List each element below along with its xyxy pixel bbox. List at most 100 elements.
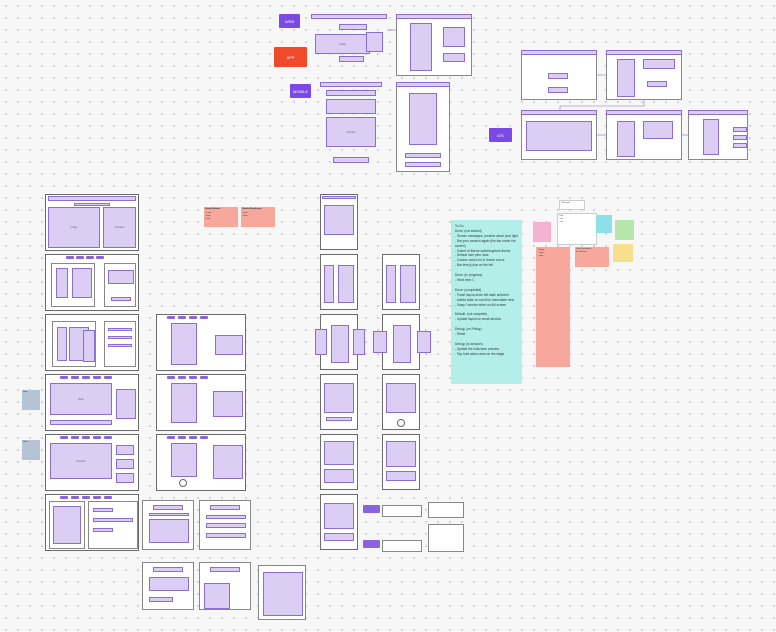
image-placeholder bbox=[353, 329, 365, 355]
tab-pill[interactable] bbox=[71, 496, 79, 499]
tab-pill[interactable] bbox=[82, 376, 90, 379]
text-line bbox=[108, 344, 132, 347]
tab-pill[interactable] bbox=[167, 316, 175, 319]
tab-pill[interactable] bbox=[86, 256, 94, 259]
controls-pill-1[interactable] bbox=[363, 505, 380, 513]
play-button-icon[interactable] bbox=[179, 479, 187, 487]
keypad-grid[interactable] bbox=[204, 583, 230, 609]
todo-sticky-note[interactable]: To-Do Done: (not started) - Screen messa… bbox=[451, 220, 522, 384]
tab-pill[interactable] bbox=[60, 436, 68, 439]
image-placeholder bbox=[393, 325, 411, 363]
mobile-wireframe-2 bbox=[320, 254, 358, 310]
keypad-grid-large[interactable] bbox=[428, 524, 464, 552]
tab-pill[interactable] bbox=[76, 256, 84, 259]
title-mini-note[interactable]: Title note bbox=[559, 200, 585, 210]
tab-pill[interactable] bbox=[167, 436, 175, 439]
mobile-wireframe-10 bbox=[382, 434, 420, 490]
salmon-mini-note[interactable]: Quick reference list of items bbox=[575, 247, 609, 267]
tab-pill[interactable] bbox=[167, 376, 175, 379]
header-bar bbox=[322, 196, 356, 199]
pink-mini-note[interactable] bbox=[533, 222, 551, 242]
text-line bbox=[210, 505, 240, 510]
tab-pill[interactable] bbox=[104, 496, 112, 499]
button-row[interactable] bbox=[324, 533, 354, 541]
image-grid[interactable] bbox=[263, 572, 303, 616]
sticky-note-header-navbar[interactable]: Header/Navbar • Logo • Item • Item bbox=[204, 207, 238, 227]
inner-panel-right bbox=[104, 321, 136, 367]
stacked-note[interactable]: Title - list - list bbox=[557, 213, 597, 245]
blue-sticky-note-2[interactable]: Note bbox=[22, 440, 40, 460]
button-row[interactable] bbox=[206, 523, 246, 528]
green-mini-note[interactable] bbox=[615, 220, 634, 240]
tab-pill[interactable] bbox=[189, 316, 197, 319]
subnav-bar bbox=[74, 203, 110, 206]
control-grid[interactable] bbox=[324, 469, 354, 483]
web-wireframe-landing: Image Content bbox=[45, 194, 139, 251]
tab-pill[interactable] bbox=[200, 376, 208, 379]
text-line bbox=[108, 336, 132, 339]
content-placeholder bbox=[149, 519, 189, 543]
web-wireframe-card-view bbox=[156, 314, 246, 371]
text-line bbox=[153, 505, 183, 510]
control-grid bbox=[213, 391, 243, 417]
content-placeholder bbox=[324, 383, 354, 413]
button-row[interactable] bbox=[326, 417, 352, 421]
blue-sticky-note-1[interactable]: Note bbox=[22, 390, 40, 410]
form-row[interactable] bbox=[93, 508, 113, 512]
tab-pill[interactable] bbox=[82, 496, 90, 499]
card-placeholder bbox=[171, 383, 197, 423]
web-wireframe-card-view-2 bbox=[156, 374, 246, 431]
tab-pill[interactable] bbox=[178, 376, 186, 379]
tab-pill[interactable] bbox=[71, 436, 79, 439]
tab-pill[interactable] bbox=[66, 256, 74, 259]
mobile-wireframe-7 bbox=[382, 254, 420, 310]
tab-pill[interactable] bbox=[60, 376, 68, 379]
tab-pill[interactable] bbox=[178, 316, 186, 319]
web-wireframe-list-c bbox=[142, 562, 194, 610]
tab-pill[interactable] bbox=[93, 436, 101, 439]
tab-pill[interactable] bbox=[189, 376, 197, 379]
form-row[interactable] bbox=[93, 518, 133, 522]
image-placeholder bbox=[56, 268, 68, 298]
tab-pill[interactable] bbox=[93, 496, 101, 499]
tab-pill[interactable] bbox=[178, 436, 186, 439]
teal-mini-note[interactable] bbox=[596, 215, 612, 233]
tab-pill[interactable] bbox=[104, 376, 112, 379]
card-placeholder bbox=[171, 323, 197, 365]
image-placeholder bbox=[53, 506, 81, 544]
image-placeholder bbox=[331, 325, 349, 363]
tab-pill[interactable] bbox=[200, 316, 208, 319]
web-wireframe-list-a bbox=[142, 500, 194, 550]
tab-pill[interactable] bbox=[200, 436, 208, 439]
todo-body: Done: (not started) - Screen messages: p… bbox=[455, 228, 518, 356]
tab-pill[interactable] bbox=[104, 436, 112, 439]
sticky-note-header-hamburger[interactable]: Header/Hamburger • Item • Item bbox=[241, 207, 275, 227]
button-row[interactable] bbox=[206, 533, 246, 538]
tab-pill[interactable] bbox=[189, 436, 197, 439]
button-placeholder[interactable] bbox=[149, 597, 173, 602]
tab-pill[interactable] bbox=[60, 496, 68, 499]
yellow-mini-note[interactable] bbox=[613, 244, 633, 262]
keypad-mini[interactable] bbox=[428, 502, 464, 518]
todo-title: To-Do bbox=[455, 224, 464, 228]
record-button-icon[interactable] bbox=[397, 419, 405, 427]
button-placeholder[interactable] bbox=[111, 297, 131, 301]
controls-strip-1[interactable] bbox=[382, 505, 422, 517]
form-row[interactable] bbox=[93, 528, 113, 532]
web-wireframe-preview: Preview bbox=[45, 434, 139, 491]
control-grid[interactable] bbox=[386, 471, 416, 481]
tab-pill[interactable] bbox=[82, 436, 90, 439]
tab-pill[interactable] bbox=[96, 256, 104, 259]
tab-pill[interactable] bbox=[93, 376, 101, 379]
image-placeholder bbox=[324, 265, 334, 303]
controls-strip-2[interactable] bbox=[382, 540, 422, 552]
tab-pills bbox=[167, 436, 237, 439]
image-placeholder bbox=[57, 327, 67, 361]
tab-pill[interactable] bbox=[71, 376, 79, 379]
controls-pill-2[interactable] bbox=[363, 540, 380, 548]
inner-panel-left bbox=[49, 501, 85, 549]
hero-image: Image bbox=[48, 207, 100, 248]
thumb-row bbox=[108, 270, 134, 284]
text-line bbox=[210, 567, 240, 572]
salmon-tall-note[interactable]: Things - item - item bbox=[536, 247, 570, 367]
